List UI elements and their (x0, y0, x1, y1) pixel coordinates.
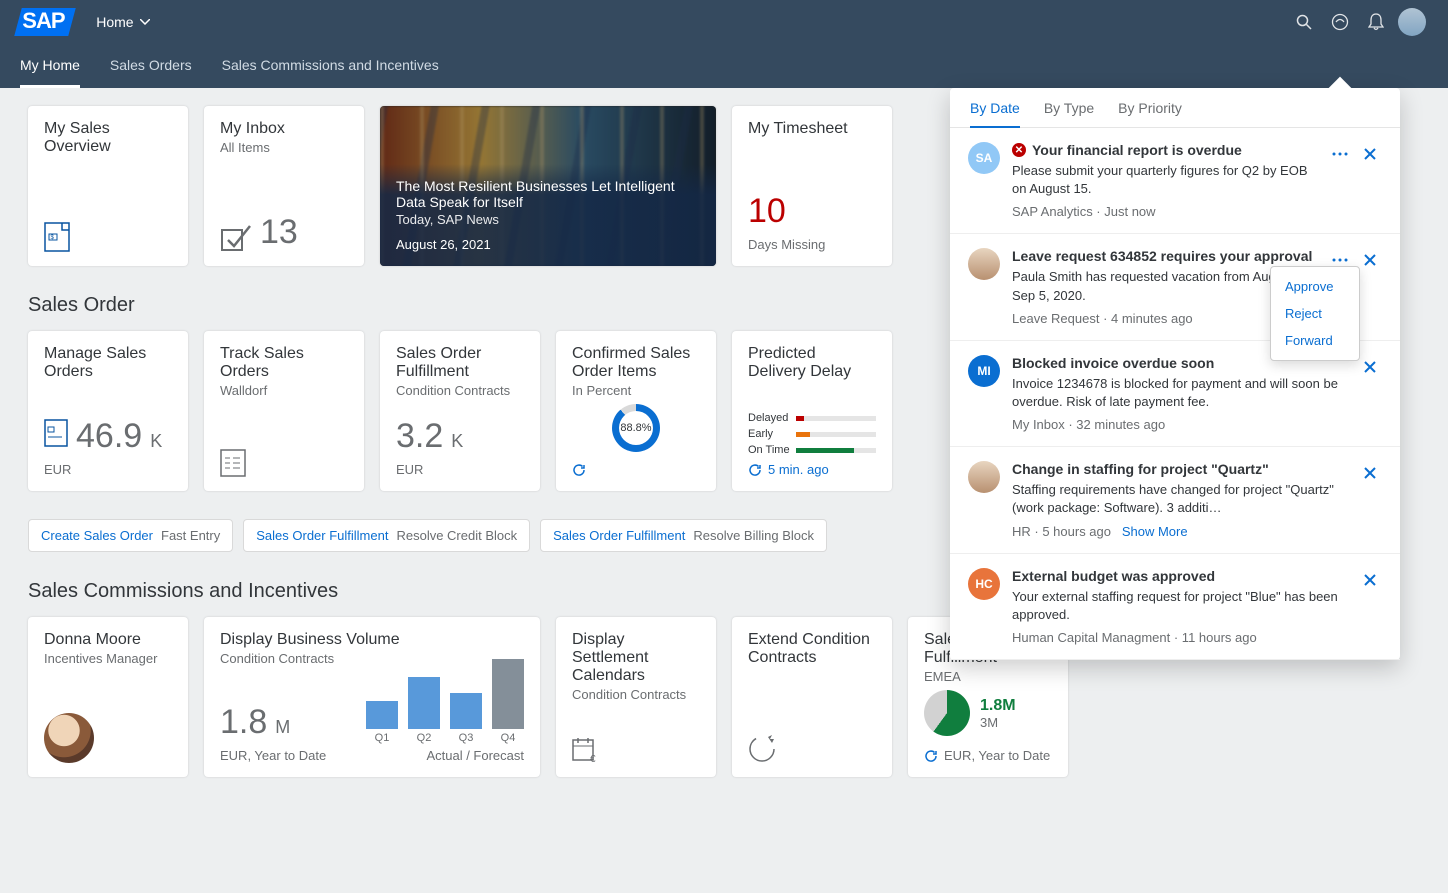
tile-fulfillment[interactable]: Sales Order Fulfillment Condition Contra… (380, 331, 540, 491)
notif-title: Change in staffing for project "Quartz" (1012, 461, 1346, 477)
notification-item[interactable]: SA ✕Your financial report is overdue Ple… (950, 128, 1400, 234)
tile-title: Manage Sales Orders (44, 345, 172, 381)
tile-my-inbox[interactable]: My Inbox All Items 13 (204, 106, 364, 266)
invoice-icon: $ (44, 222, 70, 252)
person-avatar (44, 713, 94, 763)
search-icon[interactable] (1286, 4, 1322, 40)
close-icon[interactable] (1358, 355, 1382, 379)
copilot-icon[interactable] (1322, 4, 1358, 40)
notif-title: Leave request 634852 requires your appro… (1012, 248, 1316, 264)
notification-bell-icon[interactable] (1358, 4, 1394, 40)
tile-track-orders[interactable]: Track Sales Orders Walldorf (204, 331, 364, 491)
refresh-icon[interactable] (924, 749, 938, 763)
show-more-link[interactable]: Show More (1122, 524, 1188, 539)
timesheet-value: 10 (748, 192, 786, 231)
bullet-row: Early (748, 428, 876, 440)
action-menu-item[interactable]: Reject (1271, 300, 1359, 327)
notif-action-menu: ApproveRejectForward (1270, 266, 1360, 361)
tile-sales-overview[interactable]: My Sales Overview $ (28, 106, 188, 266)
quick-link-chip[interactable]: Sales Order FulfillmentResolve Billing B… (540, 519, 827, 552)
news-headline: The Most Resilient Businesses Let Intell… (396, 178, 700, 210)
shell-header: SAP Home (0, 0, 1448, 44)
close-icon[interactable] (1358, 248, 1382, 272)
error-icon: ✕ (1012, 143, 1026, 157)
notif-tab-type[interactable]: By Type (1044, 100, 1094, 128)
notif-meta: Human Capital Managment · 11 hours ago (1012, 630, 1346, 645)
news-date: August 26, 2021 (396, 237, 700, 252)
timesheet-footer: Days Missing (748, 237, 876, 252)
tile-news[interactable]: The Most Resilient Businesses Let Intell… (380, 106, 716, 266)
tab-my-home[interactable]: My Home (20, 45, 80, 88)
refresh-icon[interactable] (572, 463, 586, 477)
action-menu-item[interactable]: Forward (1271, 327, 1359, 354)
tile-timesheet[interactable]: My Timesheet 10 Days Missing (732, 106, 892, 266)
list-icon (220, 449, 246, 477)
tile-manage-orders[interactable]: Manage Sales Orders 46.9 K EUR (28, 331, 188, 491)
tile-donna-moore[interactable]: Donna Moore Incentives Manager (28, 617, 188, 777)
notif-tab-date[interactable]: By Date (970, 100, 1020, 128)
home-dropdown[interactable]: Home (96, 14, 149, 30)
notif-desc: Please submit your quarterly figures for… (1012, 162, 1316, 198)
action-menu-item[interactable]: Approve (1271, 273, 1359, 300)
notif-avatar (968, 461, 1000, 493)
tab-sales-orders[interactable]: Sales Orders (110, 45, 192, 88)
donut-chart: 88.8% (612, 404, 660, 452)
notif-avatar (968, 248, 1000, 280)
extend-icon (748, 733, 778, 763)
page-tabs: My Home Sales Orders Sales Commissions a… (0, 44, 1448, 88)
user-avatar[interactable] (1394, 4, 1430, 40)
tile-subtitle: All Items (220, 140, 348, 155)
svg-text:€: € (590, 754, 596, 763)
notif-meta: HR · 5 hours ago Show More (1012, 524, 1346, 539)
refresh-icon[interactable] (748, 463, 762, 477)
notif-desc: Your external staffing request for proje… (1012, 588, 1346, 624)
chevron-down-icon (140, 19, 150, 25)
news-source: Today, SAP News (396, 212, 700, 227)
notification-item[interactable]: Change in staffing for project "Quartz" … (950, 447, 1400, 553)
close-icon[interactable] (1358, 142, 1382, 166)
calendar-icon: € (572, 737, 600, 763)
order-icon (44, 419, 68, 447)
notif-title: External budget was approved (1012, 568, 1346, 584)
bullet-row: Delayed (748, 412, 876, 424)
more-icon[interactable] (1328, 142, 1352, 166)
tile-business-volume[interactable]: Display Business Volume Condition Contra… (204, 617, 540, 777)
notif-avatar: SA (968, 142, 1000, 174)
notif-title: ✕Your financial report is overdue (1012, 142, 1316, 158)
tile-title: My Inbox (220, 120, 348, 138)
bullet-row: On Time (748, 444, 876, 456)
tile-settlement[interactable]: Display Settlement Calendars Condition C… (556, 617, 716, 777)
notification-item[interactable]: HC External budget was approved Your ext… (950, 554, 1400, 660)
tile-title: My Sales Overview (44, 120, 172, 156)
checkbox-icon (220, 224, 252, 252)
notification-item[interactable]: Leave request 634852 requires your appro… (950, 234, 1400, 340)
notif-tab-priority[interactable]: By Priority (1118, 100, 1182, 128)
notif-meta: My Inbox · 32 minutes ago (1012, 417, 1346, 432)
notif-avatar: MI (968, 355, 1000, 387)
tile-confirmed-items[interactable]: Confirmed Sales Order Items In Percent 8… (556, 331, 716, 491)
close-icon[interactable] (1358, 461, 1382, 485)
notif-desc: Invoice 1234678 is blocked for payment a… (1012, 375, 1346, 411)
tile-predicted-delay[interactable]: Predicted Delivery Delay DelayedEarlyOn … (732, 331, 892, 491)
volume-bar-chart: Q1Q2Q3Q4 (366, 674, 524, 744)
notif-avatar: HC (968, 568, 1000, 600)
tile-extend-contracts[interactable]: Extend Condition Contracts (732, 617, 892, 777)
quick-link-chip[interactable]: Sales Order FulfillmentResolve Credit Bl… (243, 519, 530, 552)
pie-chart (924, 690, 970, 736)
tab-commissions[interactable]: Sales Commissions and Incentives (222, 45, 439, 88)
close-icon[interactable] (1358, 568, 1382, 592)
notif-desc: Staffing requirements have changed for p… (1012, 481, 1346, 517)
notif-meta: SAP Analytics · Just now (1012, 204, 1316, 219)
tile-title: My Timesheet (748, 120, 876, 138)
quick-link-chip[interactable]: Create Sales OrderFast Entry (28, 519, 233, 552)
inbox-count: 13 (260, 213, 298, 252)
sap-logo[interactable]: SAP (18, 8, 72, 36)
notifications-popover: By Date By Type By Priority SA ✕Your fin… (950, 88, 1400, 660)
